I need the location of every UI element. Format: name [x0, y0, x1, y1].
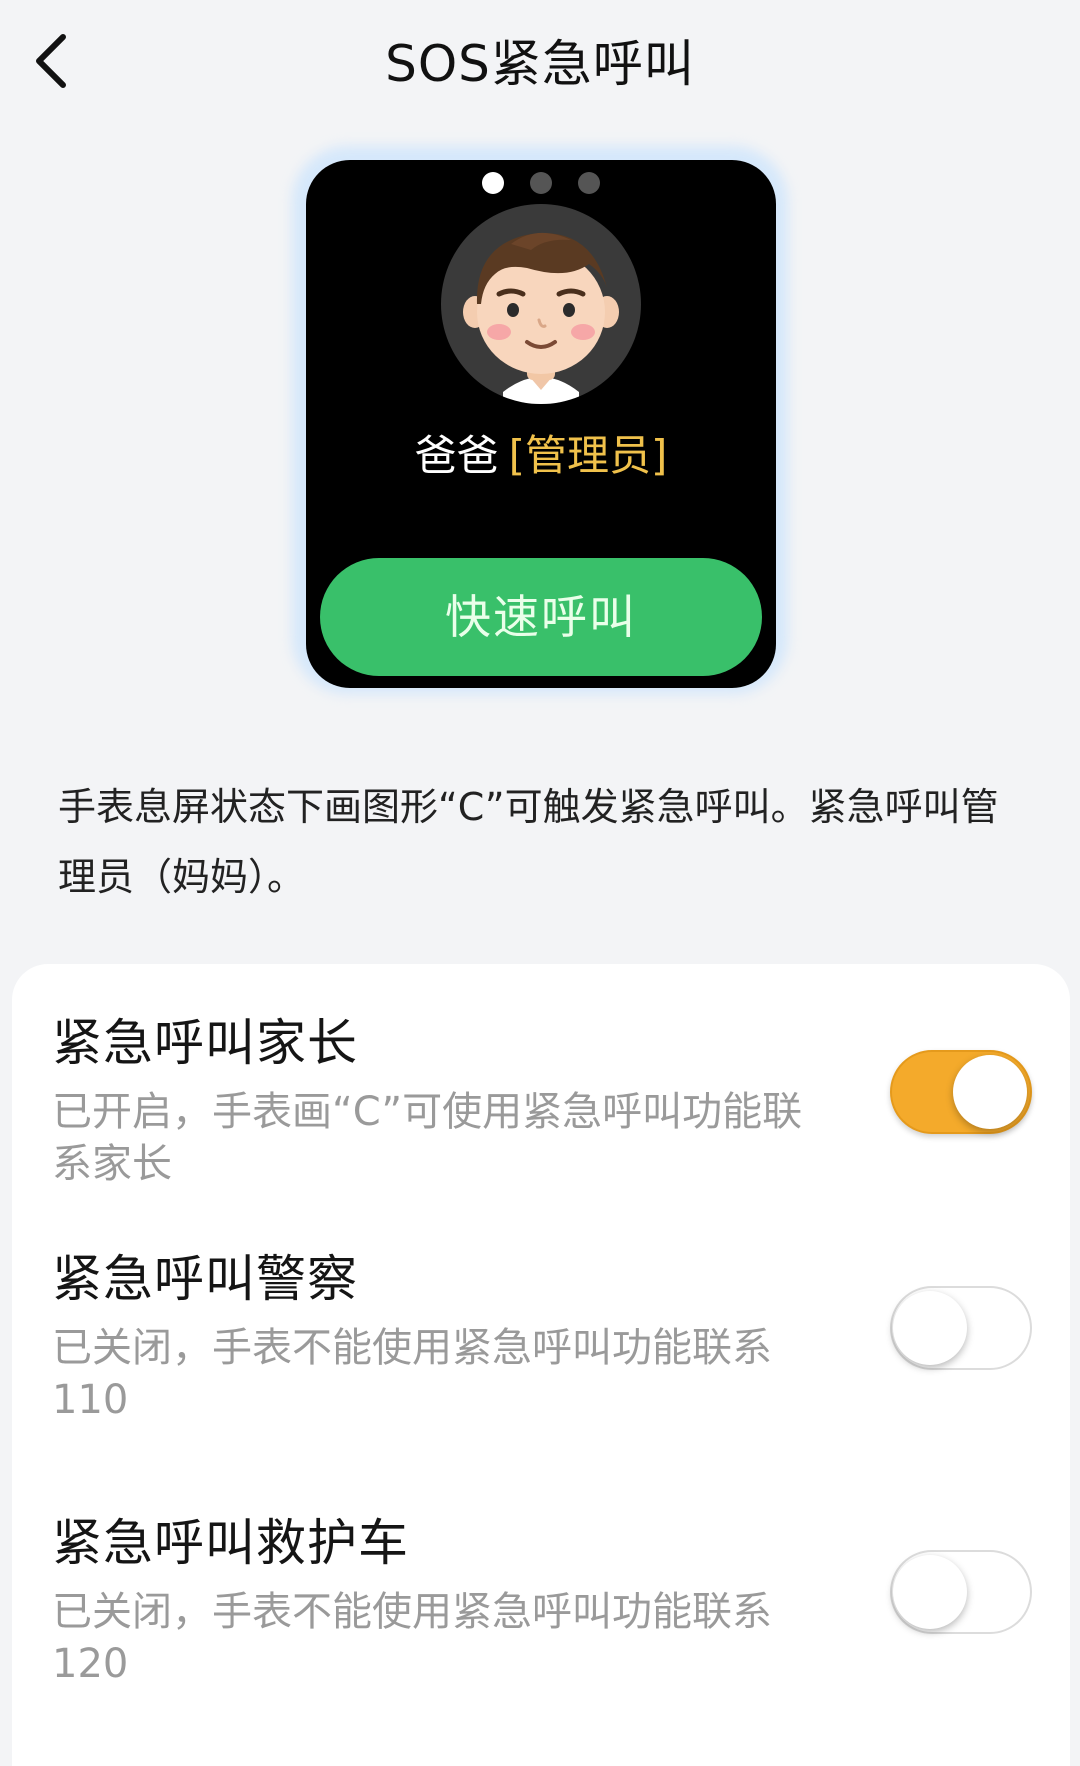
page-title: SOS紧急呼叫: [385, 35, 695, 93]
contact-name-text: 爸爸: [414, 431, 499, 480]
sos-description: 手表息屏状态下画图形“C”可触发紧急呼叫。紧急呼叫管理员（妈妈）。: [58, 785, 999, 899]
setting-title: 紧急呼叫救护车: [52, 1514, 409, 1572]
contact-name: 爸爸 [管理员]: [306, 428, 776, 484]
toggle-knob: [893, 1291, 967, 1365]
setting-row-parents: 紧急呼叫家长 已开启，手表画“C”可使用紧急呼叫功能联系家长: [12, 964, 1070, 1194]
contact-role-badge: [管理员]: [508, 431, 668, 480]
top-bar: SOS紧急呼叫: [0, 0, 1080, 140]
toggle-switch-parents[interactable]: [890, 1050, 1032, 1134]
pager-dots: [306, 172, 776, 194]
setting-description: 已开启，手表画“C”可使用紧急呼叫功能联系家长: [52, 1089, 803, 1187]
toggle-knob: [893, 1555, 967, 1629]
settings-card: 紧急呼叫家长 已开启，手表画“C”可使用紧急呼叫功能联系家长 紧急呼叫警察 已关…: [12, 964, 1070, 1766]
avatar: [441, 204, 641, 404]
pager-dot-3[interactable]: [578, 172, 600, 194]
setting-title: 紧急呼叫家长: [52, 1014, 358, 1072]
toggle-knob: [953, 1055, 1027, 1129]
watch-preview: 爸爸 [管理员] 快速呼叫: [306, 160, 776, 688]
pager-dot-1[interactable]: [482, 172, 504, 194]
setting-row-ambulance: 紧急呼叫救护车 已关闭，手表不能使用紧急呼叫功能联系120: [12, 1464, 1070, 1694]
setting-description: 已关闭，手表不能使用紧急呼叫功能联系110: [52, 1325, 772, 1423]
toggle-switch-ambulance[interactable]: [890, 1550, 1032, 1634]
setting-description: 已关闭，手表不能使用紧急呼叫功能联系120: [52, 1589, 772, 1687]
setting-title: 紧急呼叫警察: [52, 1250, 358, 1308]
cartoon-man-avatar-icon: [463, 232, 619, 404]
pager-dot-2[interactable]: [530, 172, 552, 194]
quick-call-button[interactable]: 快速呼叫: [320, 558, 762, 676]
toggle-switch-police[interactable]: [890, 1286, 1032, 1370]
setting-row-police: 紧急呼叫警察 已关闭，手表不能使用紧急呼叫功能联系110: [12, 1200, 1070, 1430]
